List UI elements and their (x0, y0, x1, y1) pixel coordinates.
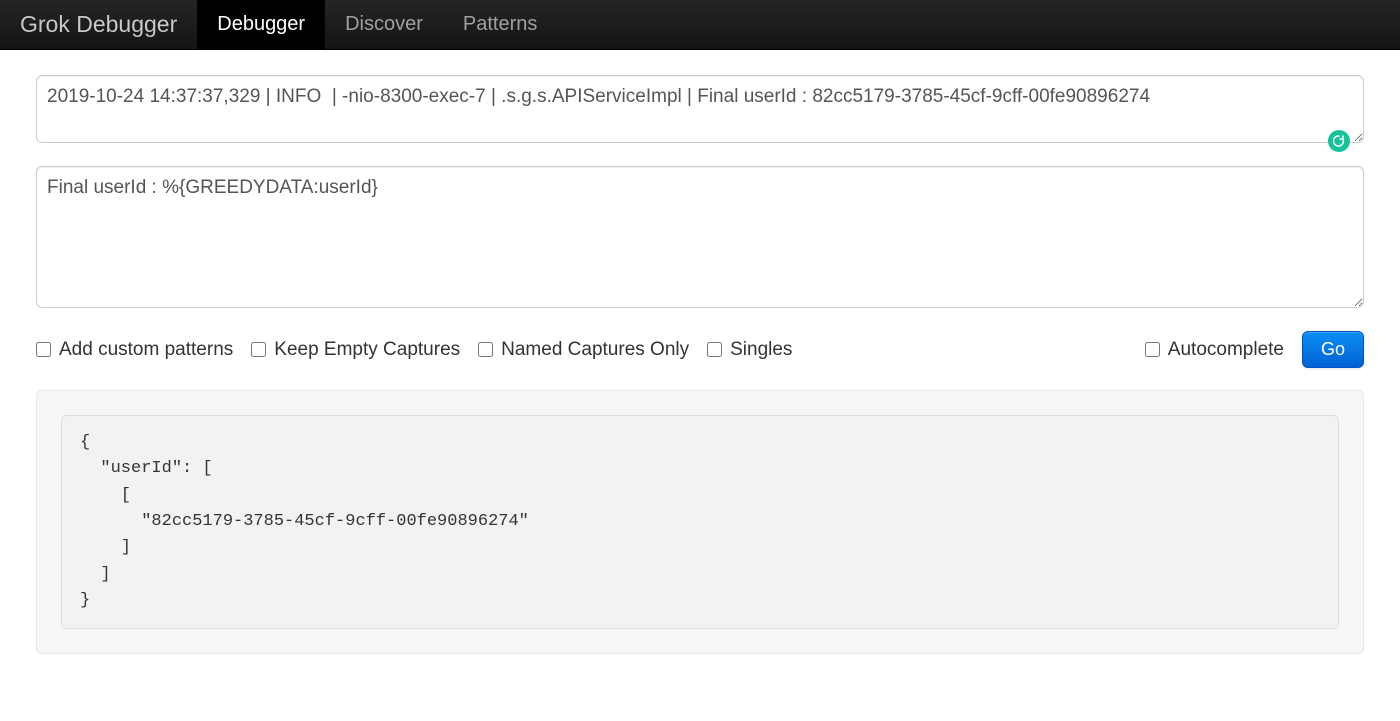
app-brand: Grok Debugger (20, 11, 177, 38)
opt-keep-empty-label: Keep Empty Captures (274, 339, 460, 361)
pattern-input[interactable] (36, 166, 1364, 308)
checkbox-autocomplete[interactable] (1145, 342, 1160, 357)
opt-autocomplete-label: Autocomplete (1168, 339, 1284, 361)
grammarly-icon[interactable] (1328, 130, 1350, 152)
checkbox-singles[interactable] (707, 342, 722, 357)
log-input-wrapper (36, 75, 1364, 166)
checkbox-custom-patterns[interactable] (36, 342, 51, 357)
go-button[interactable]: Go (1302, 331, 1364, 368)
opt-autocomplete[interactable]: Autocomplete (1145, 339, 1284, 361)
opt-custom-patterns-label: Add custom patterns (59, 339, 233, 361)
opt-singles[interactable]: Singles (707, 339, 792, 361)
opt-named-only[interactable]: Named Captures Only (478, 339, 689, 361)
result-panel: { "userId": [ [ "82cc5179-3785-45cf-9cff… (36, 390, 1364, 654)
nav-discover[interactable]: Discover (325, 0, 443, 50)
checkbox-keep-empty[interactable] (251, 342, 266, 357)
checkbox-named-only[interactable] (478, 342, 493, 357)
opt-keep-empty[interactable]: Keep Empty Captures (251, 339, 460, 361)
nav: Debugger Discover Patterns (197, 0, 557, 50)
opt-singles-label: Singles (730, 339, 792, 361)
result-output: { "userId": [ [ "82cc5179-3785-45cf-9cff… (61, 415, 1339, 629)
nav-patterns[interactable]: Patterns (443, 0, 557, 50)
log-input[interactable] (36, 75, 1364, 143)
opt-custom-patterns[interactable]: Add custom patterns (36, 339, 233, 361)
navbar: Grok Debugger Debugger Discover Patterns (0, 0, 1400, 50)
opt-named-only-label: Named Captures Only (501, 339, 689, 361)
options-row: Add custom patterns Keep Empty Captures … (36, 331, 1364, 368)
main-container: Add custom patterns Keep Empty Captures … (0, 50, 1400, 654)
nav-debugger[interactable]: Debugger (197, 0, 325, 50)
